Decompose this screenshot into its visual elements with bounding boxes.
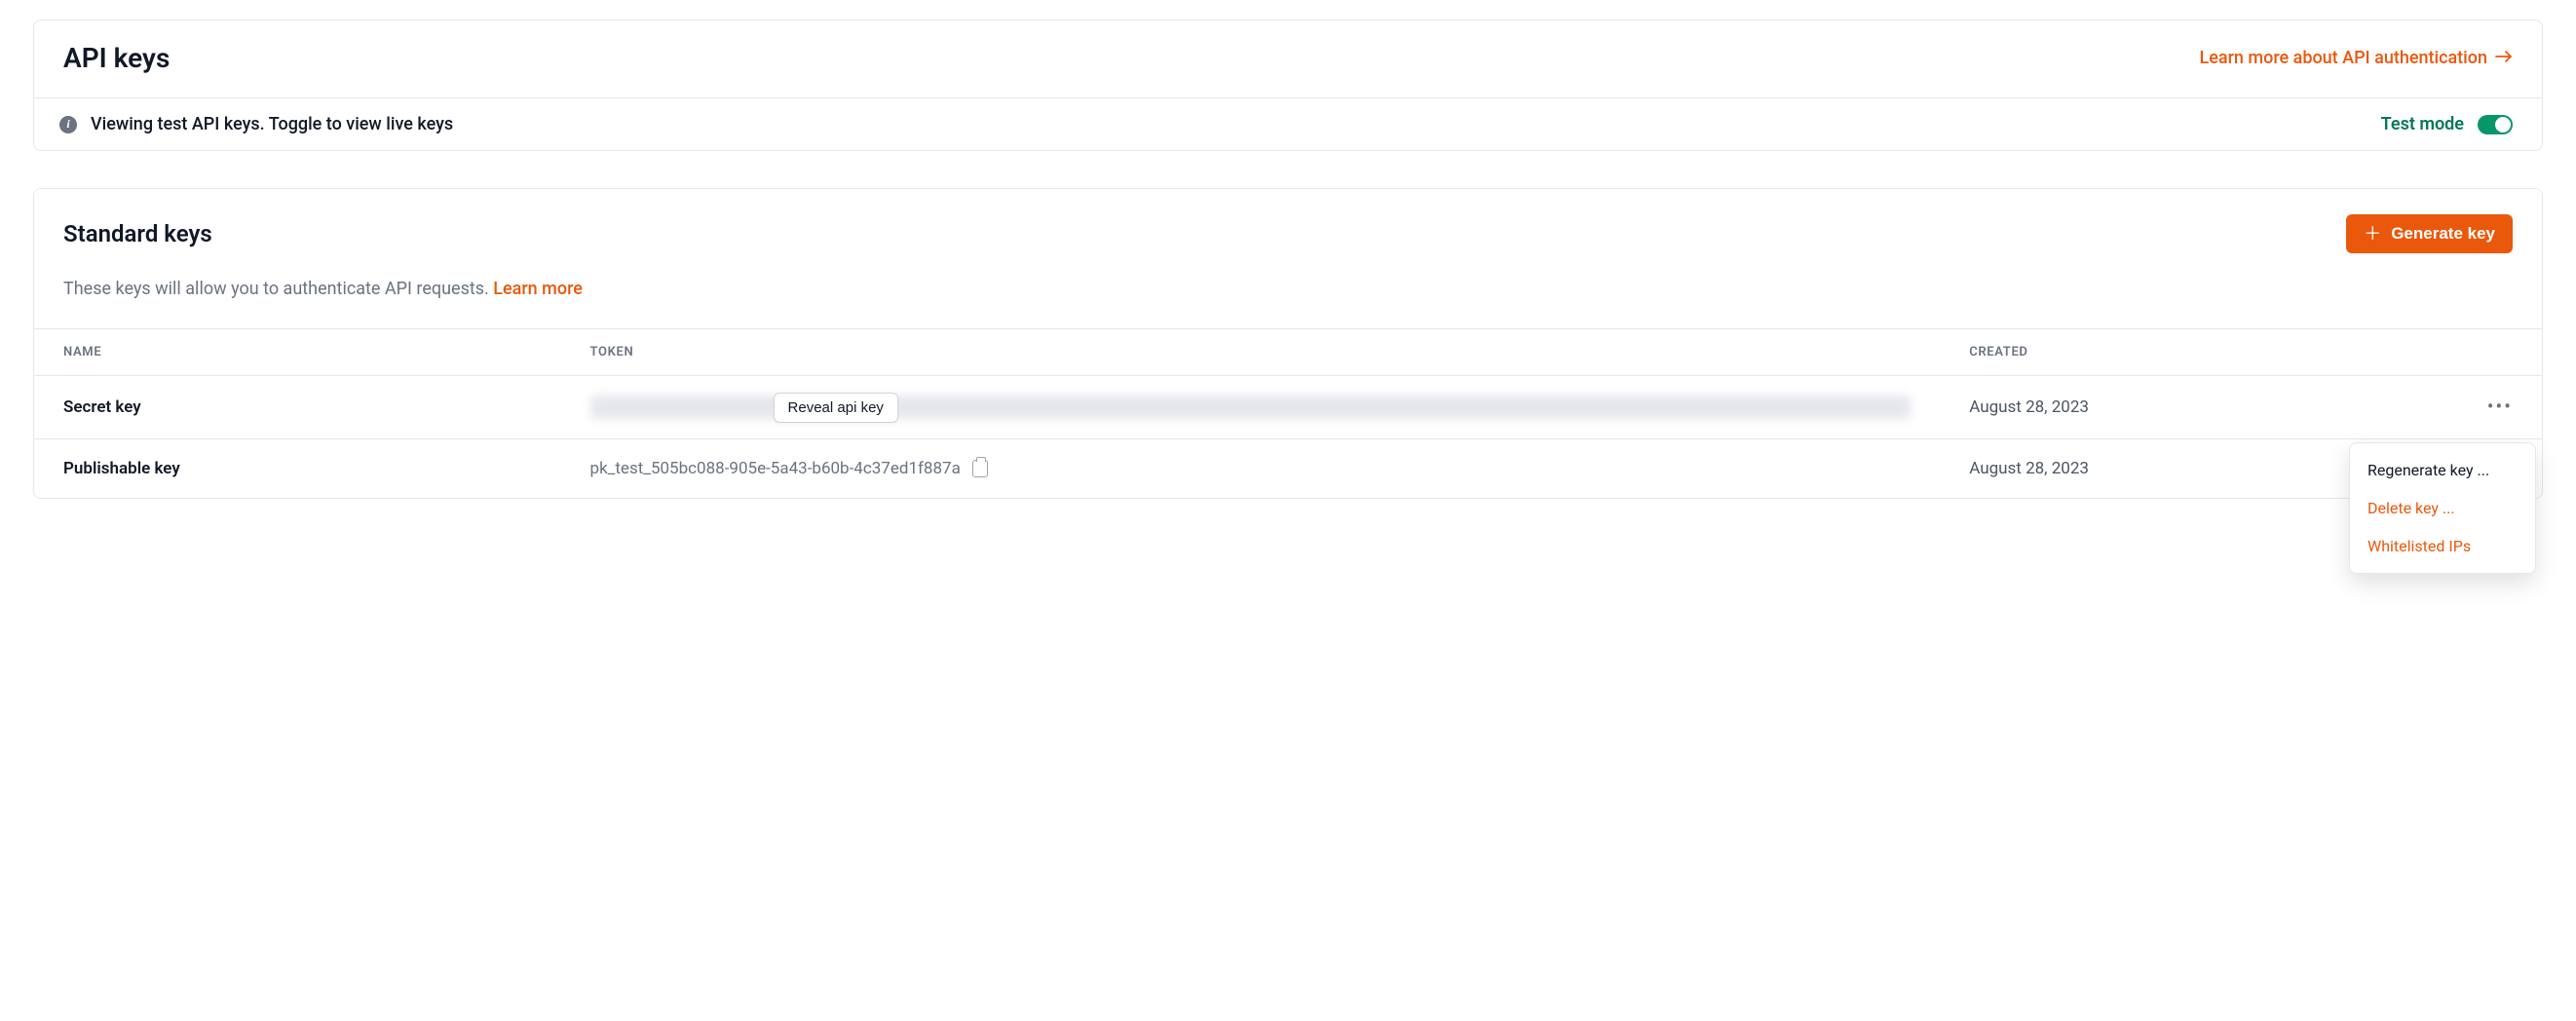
more-actions-button[interactable]: •••: [2487, 397, 2513, 416]
key-name: Publishable key: [34, 439, 561, 499]
keys-description-text: These keys will allow you to authenticat…: [63, 279, 493, 299]
dropdown-item-regenerate[interactable]: Regenerate key ...: [2350, 451, 2535, 489]
generate-key-button[interactable]: ＋ Generate key: [2346, 214, 2513, 253]
publishable-token-value: pk_test_505bc088-905e-5a43-b60b-4c37ed1f…: [590, 459, 961, 478]
keys-description: These keys will allow you to authenticat…: [63, 279, 2513, 299]
keys-head-row: Standard keys ＋ Generate key: [63, 214, 2513, 253]
key-token-cell: Reveal api key: [561, 376, 1941, 439]
key-created: August 28, 2023: [1940, 376, 2391, 439]
learn-api-auth-label: Learn more about API authentication: [2200, 48, 2488, 68]
page-title: API keys: [63, 42, 170, 74]
plus-icon: ＋: [2364, 225, 2381, 243]
col-header-name: NAME: [34, 329, 561, 376]
reveal-api-key-button[interactable]: Reveal api key: [774, 393, 898, 423]
row-actions-dropdown: Regenerate key ... Delete key ... Whitel…: [2349, 442, 2536, 574]
learn-api-auth-link[interactable]: Learn more about API authentication: [2200, 48, 2514, 68]
publishable-token-wrap: pk_test_505bc088-905e-5a43-b60b-4c37ed1f…: [590, 459, 1912, 478]
section-title: Standard keys: [63, 220, 212, 247]
col-header-actions: [2392, 329, 2542, 376]
secret-token-wrap: Reveal api key: [590, 396, 1912, 419]
key-actions-cell: •••: [2392, 376, 2542, 439]
key-created: August 28, 2023: [1940, 439, 2391, 499]
table-row: Secret key Reveal api key August 28, 202…: [34, 376, 2542, 439]
generate-key-label: Generate key: [2391, 224, 2495, 244]
arrow-right-icon: [2495, 48, 2513, 68]
dropdown-item-delete[interactable]: Delete key ...: [2350, 489, 2535, 527]
keys-learn-more-link[interactable]: Learn more: [493, 279, 583, 299]
dropdown-item-whitelist[interactable]: Whitelisted IPs: [2350, 527, 2535, 565]
col-header-token: TOKEN: [561, 329, 1941, 376]
info-icon: i: [59, 116, 77, 133]
col-header-created: CREATED: [1940, 329, 2391, 376]
table-row: Publishable key pk_test_505bc088-905e-5a…: [34, 439, 2542, 499]
key-token-cell: pk_test_505bc088-905e-5a43-b60b-4c37ed1f…: [561, 439, 1941, 499]
key-name: Secret key: [34, 376, 561, 439]
table-header-row: NAME TOKEN CREATED: [34, 329, 2542, 376]
keys-head: Standard keys ＋ Generate key These keys …: [34, 189, 2542, 328]
standard-keys-card: Standard keys ＋ Generate key These keys …: [33, 188, 2543, 499]
test-mode-toggle[interactable]: [2478, 115, 2513, 134]
banner-text: Viewing test API keys. Toggle to view li…: [91, 114, 453, 134]
mode-label: Test mode: [2381, 114, 2464, 134]
toggle-knob: [2495, 117, 2511, 132]
banner-left: i Viewing test API keys. Toggle to view …: [59, 114, 453, 134]
clipboard-icon[interactable]: [972, 460, 988, 477]
mode-toggle-wrap: Test mode: [2381, 114, 2513, 134]
keys-table: NAME TOKEN CREATED Secret key Reveal api…: [34, 328, 2542, 498]
mode-banner: i Viewing test API keys. Toggle to view …: [34, 98, 2542, 150]
header-top: API keys Learn more about API authentica…: [34, 20, 2542, 98]
api-keys-header-card: API keys Learn more about API authentica…: [33, 19, 2543, 151]
